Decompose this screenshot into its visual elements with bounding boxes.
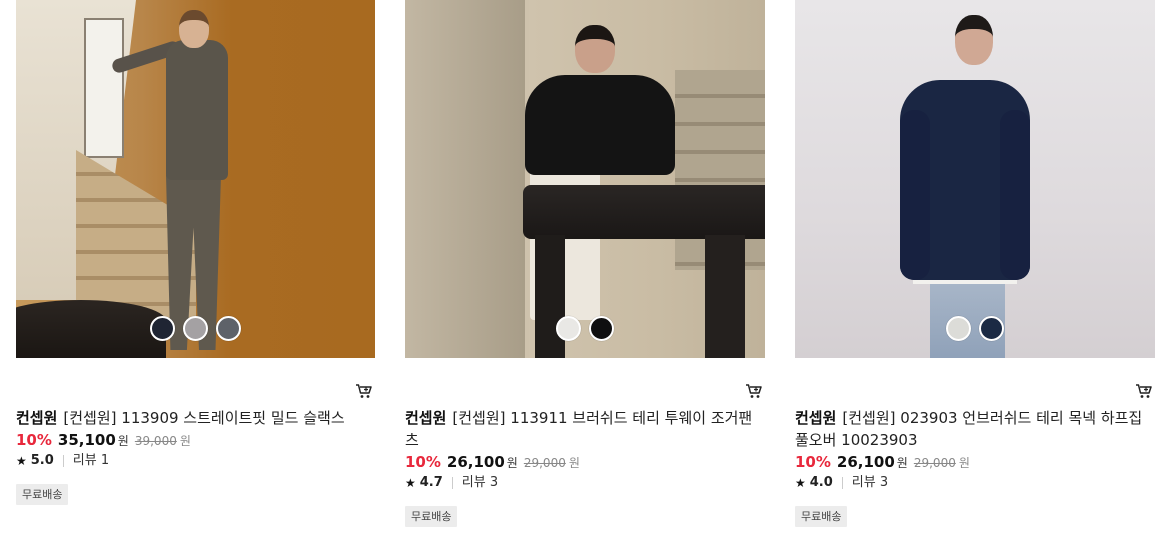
product-name[interactable]: [컨셉원] 113909 스트레이트핏 밀드 슬랙스 <box>63 409 344 427</box>
color-swatch[interactable] <box>216 316 241 341</box>
free-shipping-badge: 무료배송 <box>795 506 848 527</box>
photo-table <box>523 185 765 239</box>
product-card[interactable]: 컨셉원 [컨셉원] 113911 브러쉬드 테리 투웨이 조거팬츠 10% 26,… <box>405 0 765 527</box>
product-name[interactable]: [컨셉원] 113911 브러쉬드 테리 투웨이 조거팬츠 <box>405 409 752 449</box>
color-swatch[interactable] <box>979 316 1004 341</box>
brand-name[interactable]: 컨셉원 <box>16 409 57 427</box>
color-swatch[interactable] <box>589 316 614 341</box>
product-title[interactable]: 컨셉원 [컨셉원] 113911 브러쉬드 테리 투웨이 조거팬츠 <box>405 407 765 451</box>
photo-model-body <box>525 75 675 175</box>
brand-name[interactable]: 컨셉원 <box>405 409 446 427</box>
currency-label: 원 <box>117 434 129 448</box>
currency-label: 원 <box>506 456 518 470</box>
free-shipping-badge: 무료배송 <box>16 484 69 505</box>
product-card[interactable]: 컨셉원 [컨셉원] 023903 언브러쉬드 테리 목넥 하프집 풀오버 1002… <box>795 0 1155 527</box>
discount-rate: 10% <box>795 453 831 471</box>
color-swatches <box>405 316 765 341</box>
price-row: 10% 35,100 원 39,000 원 <box>16 430 375 451</box>
discount-rate: 10% <box>16 431 52 449</box>
rating-row: ★ 4.7 리뷰 3 <box>405 474 765 492</box>
cart-row <box>405 358 765 398</box>
review-count[interactable]: 리뷰 3 <box>852 474 888 492</box>
rating-score: 5.0 <box>30 453 54 468</box>
original-price: 29,000 <box>523 456 566 470</box>
price-row: 10% 26,100 원 29,000 원 <box>795 452 1155 473</box>
review-count[interactable]: 리뷰 1 <box>73 452 109 470</box>
star-icon: ★ <box>16 454 27 468</box>
sale-price: 26,100 <box>836 453 895 471</box>
original-price: 29,000 <box>913 456 956 470</box>
color-swatch[interactable] <box>556 316 581 341</box>
photo-model-head <box>955 15 993 65</box>
original-currency-label: 원 <box>568 456 580 470</box>
discount-rate: 10% <box>405 453 441 471</box>
product-name[interactable]: [컨셉원] 023903 언브러쉬드 테리 목넥 하프집 풀오버 1002390… <box>795 409 1142 449</box>
product-card[interactable]: 컨셉원 [컨셉원] 113909 스트레이트핏 밀드 슬랙스 10% 35,100… <box>16 0 375 505</box>
cart-icon[interactable] <box>355 383 373 399</box>
star-icon: ★ <box>795 476 806 490</box>
currency-label: 원 <box>896 456 908 470</box>
original-currency-label: 원 <box>958 456 970 470</box>
cart-icon[interactable] <box>1135 383 1153 399</box>
rating-score: 4.0 <box>809 475 833 490</box>
divider <box>841 477 843 489</box>
original-price: 39,000 <box>134 434 177 448</box>
rating-score: 4.7 <box>419 475 443 490</box>
original-currency-label: 원 <box>179 434 191 448</box>
cart-icon[interactable] <box>745 383 763 399</box>
color-swatch[interactable] <box>183 316 208 341</box>
rating-row: ★ 5.0 리뷰 1 <box>16 452 375 470</box>
sale-price: 26,100 <box>446 453 505 471</box>
brand-name[interactable]: 컨셉원 <box>795 409 836 427</box>
star-icon: ★ <box>405 476 416 490</box>
photo-model-sleeve <box>900 110 930 280</box>
photo-model-body <box>166 40 228 180</box>
photo-model-sleeve <box>1000 110 1030 280</box>
review-count[interactable]: 리뷰 3 <box>462 474 498 492</box>
product-image[interactable] <box>16 0 375 358</box>
product-image[interactable] <box>405 0 765 358</box>
color-swatch[interactable] <box>946 316 971 341</box>
photo-model-head <box>575 25 615 73</box>
product-title[interactable]: 컨셉원 [컨셉원] 113909 스트레이트핏 밀드 슬랙스 <box>16 407 375 429</box>
color-swatches <box>16 316 375 341</box>
product-image[interactable] <box>795 0 1155 358</box>
sale-price: 35,100 <box>57 431 116 449</box>
product-title[interactable]: 컨셉원 [컨셉원] 023903 언브러쉬드 테리 목넥 하프집 풀오버 1002… <box>795 407 1155 451</box>
cart-row <box>795 358 1155 398</box>
divider <box>451 477 453 489</box>
price-row: 10% 26,100 원 29,000 원 <box>405 452 765 473</box>
color-swatches <box>795 316 1155 341</box>
photo-pillar <box>405 0 525 358</box>
photo-model-head <box>179 10 209 48</box>
rating-row: ★ 4.0 리뷰 3 <box>795 474 1155 492</box>
free-shipping-badge: 무료배송 <box>405 506 458 527</box>
photo-window <box>84 18 124 158</box>
cart-row <box>16 358 375 398</box>
divider <box>62 455 64 467</box>
color-swatch[interactable] <box>150 316 175 341</box>
